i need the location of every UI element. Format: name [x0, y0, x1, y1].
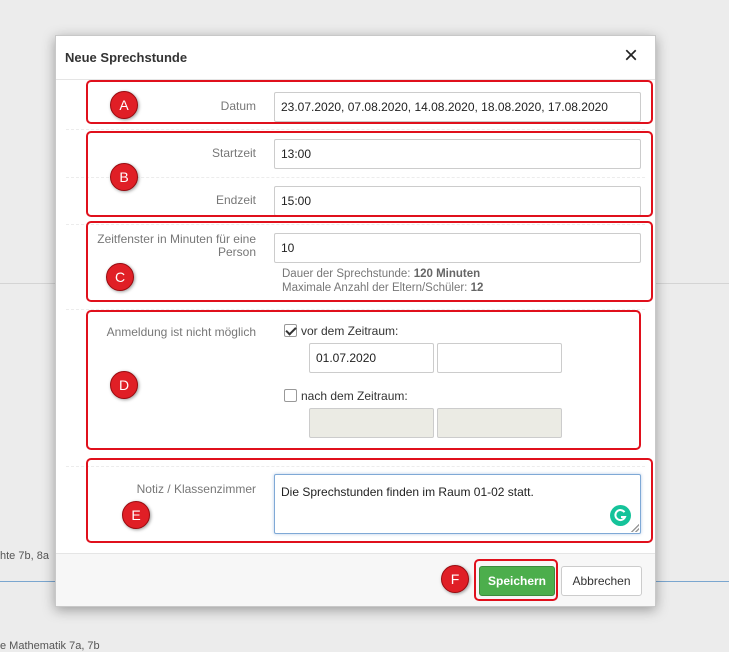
- cancel-button[interactable]: Abbrechen: [561, 566, 642, 596]
- dialog-header: Neue Sprechstunde ×: [56, 36, 655, 80]
- annotation-box-f: [474, 559, 558, 601]
- annotation-badge-a: A: [110, 91, 138, 119]
- dialog-title: Neue Sprechstunde: [65, 50, 188, 65]
- annotation-box-a: [86, 80, 653, 124]
- annotation-badge-c: C: [106, 263, 134, 291]
- annotation-box-b: [86, 131, 653, 217]
- dialog-footer: Speichern Abbrechen: [56, 553, 655, 606]
- row-divider: [66, 129, 645, 130]
- background-text-class: hte 7b, 8a: [0, 550, 49, 562]
- annotation-box-e: [86, 458, 653, 543]
- annotation-badge-b: B: [110, 163, 138, 191]
- background-text-subject: e Mathematik 7a, 7b: [0, 640, 100, 652]
- annotation-badge-f: F: [441, 565, 469, 593]
- annotation-box-d: [86, 310, 641, 450]
- annotation-badge-d: D: [110, 371, 138, 399]
- close-icon[interactable]: ×: [621, 44, 641, 68]
- annotation-box-c: [86, 221, 653, 302]
- annotation-badge-e: E: [122, 501, 150, 529]
